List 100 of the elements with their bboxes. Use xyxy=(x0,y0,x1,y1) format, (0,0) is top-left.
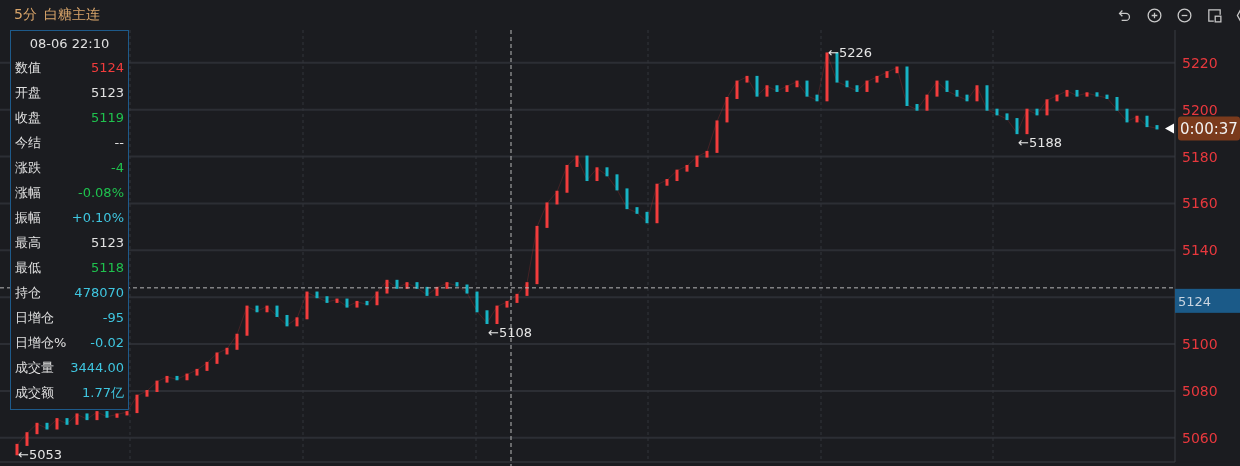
falling-candle xyxy=(1125,108,1129,123)
zoom-out-icon[interactable] xyxy=(1174,5,1194,25)
rising-candle xyxy=(385,279,389,294)
falling-candle xyxy=(345,298,349,308)
field-label: 日增仓 xyxy=(15,308,54,327)
rising-candle xyxy=(335,298,339,303)
rising-candle xyxy=(405,282,409,289)
axis-label: 5080 xyxy=(1182,383,1218,399)
falling-candle xyxy=(945,80,949,92)
falling-candle xyxy=(85,413,89,421)
falling-candle xyxy=(1115,97,1119,111)
falling-candle xyxy=(955,89,959,97)
rising-candle xyxy=(655,183,659,224)
falling-candle xyxy=(1095,92,1099,97)
rising-candle xyxy=(1055,94,1059,102)
period-label[interactable]: 5分 xyxy=(14,6,37,24)
field-label: 收盘 xyxy=(15,108,41,127)
axis-label: 5060 xyxy=(1182,429,1218,446)
falling-candle xyxy=(325,296,329,303)
rising-candle xyxy=(1135,115,1139,123)
falling-candle xyxy=(455,282,459,287)
falling-candle xyxy=(635,207,639,214)
rising-candle xyxy=(935,80,939,97)
falling-candle xyxy=(1035,108,1039,116)
field-label: 成交量 xyxy=(15,358,54,377)
field-value: 5123 xyxy=(90,85,124,100)
axis-label: 5140 xyxy=(1182,242,1218,259)
falling-candle xyxy=(585,155,589,181)
field-value: -0.02 xyxy=(90,335,124,350)
rising-candle xyxy=(375,291,379,306)
rising-candle xyxy=(555,190,559,205)
falling-candle xyxy=(425,286,429,296)
falling-candle xyxy=(275,305,279,317)
countdown-tag: 0:00:37 xyxy=(1178,116,1240,141)
rising-candle xyxy=(55,418,59,430)
rising-candle xyxy=(215,352,219,364)
field-label: 最低 xyxy=(15,258,41,277)
field-value: +0.10% xyxy=(71,210,124,225)
price-marker: ←5053 xyxy=(18,446,62,462)
falling-candle xyxy=(755,75,759,97)
falling-candle xyxy=(65,418,69,425)
rising-candle xyxy=(1025,108,1029,135)
rising-candle xyxy=(745,75,749,83)
field-label: 开盘 xyxy=(15,83,41,102)
falling-candle xyxy=(285,315,289,327)
field-label: 日增仓% xyxy=(15,333,67,352)
falling-candle xyxy=(905,66,909,106)
rising-candle xyxy=(235,333,239,350)
rising-candle xyxy=(895,66,899,74)
rising-candle xyxy=(595,167,599,181)
field-value: -0.08% xyxy=(78,185,124,200)
rising-candle xyxy=(885,71,889,78)
falling-candle xyxy=(395,279,399,289)
field-label: 振幅 xyxy=(15,208,41,227)
zoom-in-icon[interactable] xyxy=(1144,5,1164,25)
time-label: 08-06 22:10 xyxy=(28,35,111,53)
field-value: 5124 xyxy=(90,60,124,75)
price-marker: ←5226 xyxy=(828,45,872,61)
field-value: -4 xyxy=(111,160,124,175)
rising-candle xyxy=(865,80,869,92)
falling-candle xyxy=(45,422,49,430)
rising-candle xyxy=(825,52,829,102)
falling-candle xyxy=(985,85,989,111)
rising-candle xyxy=(165,375,169,383)
falling-candle xyxy=(915,104,919,111)
rising-candle xyxy=(725,97,729,123)
rising-candle xyxy=(785,85,789,92)
rising-candle xyxy=(25,432,29,446)
price-marker: ←5108 xyxy=(488,325,532,340)
rising-candle xyxy=(925,94,929,111)
axis-label: 5100 xyxy=(1182,336,1218,353)
falling-candle xyxy=(815,94,819,102)
rising-candle xyxy=(675,169,679,181)
rising-candle xyxy=(975,85,979,102)
field-label: 成交额 xyxy=(15,383,54,402)
rising-candle xyxy=(875,75,879,83)
rising-candle xyxy=(305,291,309,320)
rising-candle xyxy=(515,293,519,303)
field-value: -95 xyxy=(102,310,124,325)
falling-candle xyxy=(475,291,479,313)
rising-candle xyxy=(1065,89,1069,97)
rising-candle xyxy=(705,150,709,158)
field-value: 1.77亿 xyxy=(82,383,124,402)
rising-candle xyxy=(435,286,439,296)
symbol-label[interactable]: 白糖主连 xyxy=(43,6,100,24)
field-value: 5123 xyxy=(90,235,124,250)
field-label: 最高 xyxy=(15,233,41,252)
rising-candle xyxy=(145,390,149,397)
falling-candle xyxy=(845,80,849,88)
rising-candle xyxy=(525,282,529,296)
field-label: 涨幅 xyxy=(15,183,41,202)
rising-candle xyxy=(665,179,669,186)
rising-candle xyxy=(135,394,139,414)
falling-candle xyxy=(485,310,489,324)
falling-candle xyxy=(615,174,619,191)
rising-candle xyxy=(245,305,249,336)
falling-candle xyxy=(965,94,969,102)
rising-candle xyxy=(1085,92,1089,97)
falling-candle xyxy=(1105,94,1109,99)
rising-candle xyxy=(505,300,509,308)
